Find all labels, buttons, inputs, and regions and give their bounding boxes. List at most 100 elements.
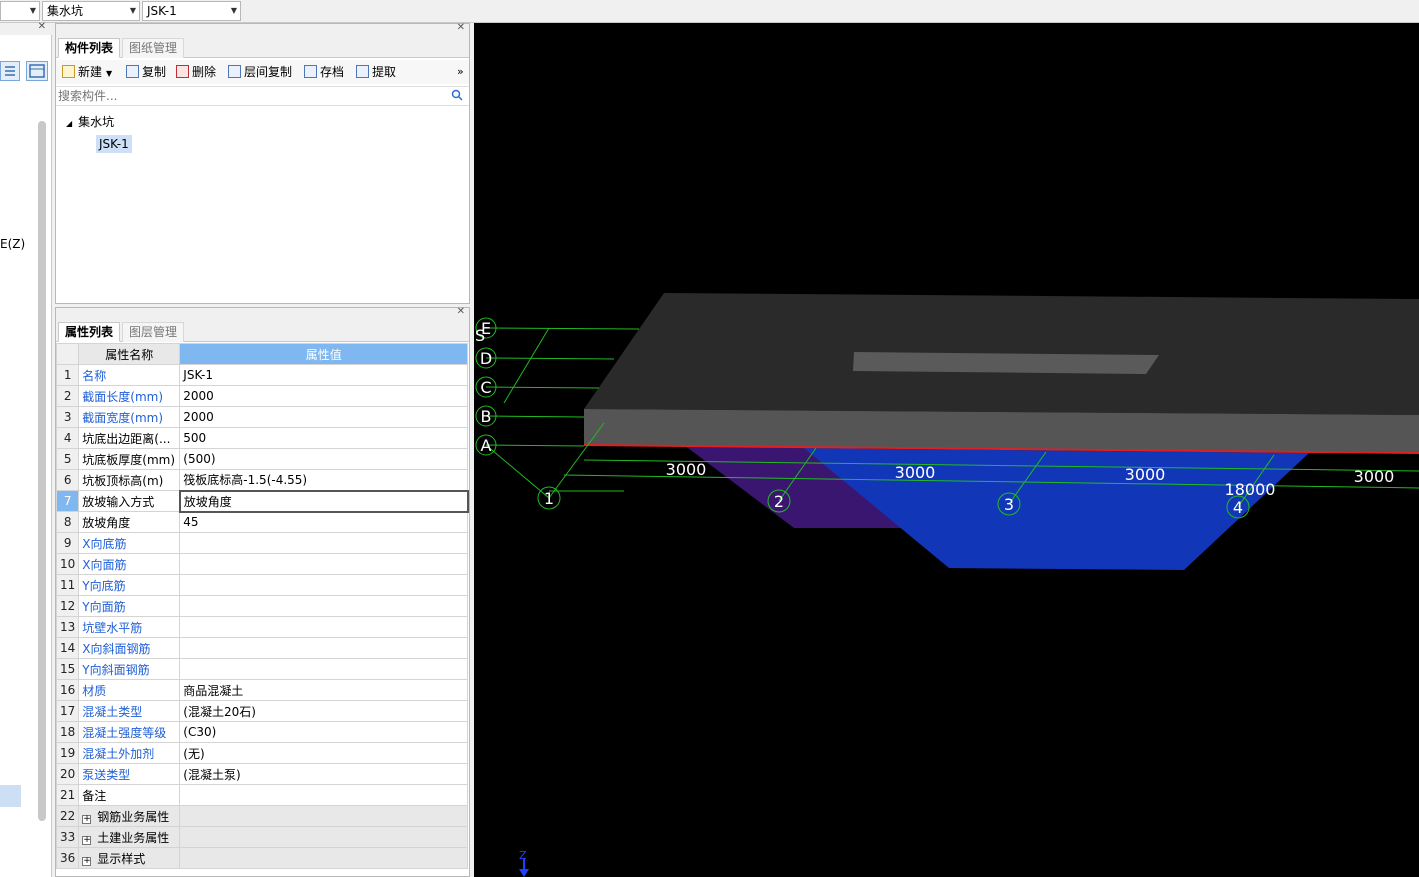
- dimension-label: 3000: [666, 460, 707, 479]
- table-row[interactable]: 13 坑壁水平筋: [55, 616, 469, 638]
- detail-view-icon[interactable]: [26, 61, 48, 81]
- row-number-header: [55, 343, 80, 365]
- row-number: 20: [55, 763, 80, 785]
- table-row[interactable]: 4 坑底出边距离(... 500: [55, 427, 469, 449]
- table-row[interactable]: 15 Y向斜面钢筋: [55, 658, 469, 680]
- tab-drawing-management[interactable]: 图纸管理: [122, 38, 185, 58]
- tab-layer-management[interactable]: 图层管理: [122, 322, 185, 342]
- table-row[interactable]: 3 截面宽度(mm) 2000: [55, 406, 469, 428]
- tree-root[interactable]: ◢ 集水坑: [66, 113, 114, 130]
- row-number: 2: [55, 385, 80, 407]
- list-view-icon[interactable]: [0, 61, 20, 81]
- group-name-cell[interactable]: + 显示样式: [78, 847, 181, 869]
- property-value[interactable]: [179, 658, 469, 680]
- table-row[interactable]: 1 名称 JSK-1: [55, 364, 469, 386]
- left-scrollbar[interactable]: [38, 121, 46, 821]
- copy-button[interactable]: 复制: [126, 63, 166, 81]
- delete-button[interactable]: 删除: [176, 63, 216, 81]
- table-row[interactable]: 11 Y向底筋: [55, 574, 469, 596]
- table-row[interactable]: 8 放坡角度 45: [55, 511, 469, 533]
- 3d-scene[interactable]: EDCBA 1234 3000 3000 3000 300018000 S Z: [474, 23, 1419, 877]
- table-row[interactable]: 10 X向面筋: [55, 553, 469, 575]
- property-value[interactable]: 放坡角度: [178, 489, 469, 513]
- component-type-combo[interactable]: 集水坑 ▼: [42, 1, 140, 21]
- table-row[interactable]: 21 备注: [55, 784, 469, 806]
- property-value[interactable]: (C30): [179, 721, 469, 743]
- property-value[interactable]: (混凝土泵): [179, 763, 469, 785]
- property-name: 名称: [78, 364, 181, 386]
- table-row[interactable]: 12 Y向面筋: [55, 595, 469, 617]
- axis-letter: D: [480, 349, 492, 368]
- extract-button[interactable]: 提取: [356, 63, 396, 81]
- tree-root-label: 集水坑: [78, 115, 115, 129]
- property-value[interactable]: (混凝土20石): [179, 700, 469, 722]
- tab-component-list[interactable]: 构件列表: [58, 38, 121, 58]
- axis-letter: C: [480, 378, 491, 397]
- selected-nav-item[interactable]: [0, 785, 21, 807]
- table-row[interactable]: 7 放坡输入方式 放坡角度: [55, 489, 469, 513]
- group-row[interactable]: 33 + 土建业务属性: [55, 826, 469, 848]
- property-value[interactable]: 500: [179, 427, 469, 449]
- table-row[interactable]: 5 坑底板厚度(mm) (500): [55, 448, 469, 470]
- property-name: 坑底板厚度(mm): [78, 448, 181, 470]
- property-name: 泵送类型: [78, 763, 181, 785]
- property-value[interactable]: (无): [179, 742, 469, 764]
- property-value[interactable]: [179, 532, 469, 554]
- group-name-cell[interactable]: + 钢筋业务属性: [78, 805, 181, 827]
- table-row[interactable]: 20 泵送类型 (混凝土泵): [55, 763, 469, 785]
- property-name: 放坡角度: [78, 511, 181, 533]
- property-value[interactable]: JSK-1: [179, 364, 469, 386]
- expand-plus-icon[interactable]: +: [82, 835, 92, 845]
- close-icon[interactable]: ✕: [457, 22, 465, 33]
- row-number: 17: [55, 700, 80, 722]
- table-row[interactable]: 16 材质 商品混凝土: [55, 679, 469, 701]
- table-header: 属性名称 属性值: [55, 343, 469, 365]
- group-name-cell[interactable]: + 土建业务属性: [78, 826, 181, 848]
- row-number: 11: [55, 574, 80, 596]
- table-row[interactable]: 19 混凝土外加剂 (无): [55, 742, 469, 764]
- more-tools-button[interactable]: »: [457, 63, 464, 81]
- expand-triangle-icon[interactable]: ◢: [66, 119, 72, 128]
- table-row[interactable]: 9 X向底筋: [55, 532, 469, 554]
- group-name: 土建业务属性: [97, 830, 170, 845]
- property-value[interactable]: 2000: [179, 385, 469, 407]
- group-row[interactable]: 36 + 显示样式: [55, 847, 469, 869]
- table-row[interactable]: 18 混凝土强度等级 (C30): [55, 721, 469, 743]
- property-value[interactable]: 筏板底标高-1.5(-4.55): [179, 469, 469, 491]
- property-value[interactable]: [179, 595, 469, 617]
- search-input[interactable]: [56, 87, 436, 105]
- property-name: X向底筋: [78, 532, 181, 554]
- property-value[interactable]: (500): [179, 448, 469, 470]
- property-value[interactable]: 商品混凝土: [179, 679, 469, 701]
- table-row[interactable]: 17 混凝土类型 (混凝土20石): [55, 700, 469, 722]
- close-icon[interactable]: ✕: [457, 306, 465, 317]
- close-icon[interactable]: ✕: [38, 21, 46, 32]
- property-value[interactable]: 45: [179, 511, 469, 533]
- property-value[interactable]: [179, 616, 469, 638]
- floor-copy-button[interactable]: 层间复制: [228, 63, 292, 81]
- new-button[interactable]: 新建 ▼: [62, 63, 112, 81]
- extract-label: 提取: [372, 65, 397, 79]
- property-value[interactable]: [179, 574, 469, 596]
- property-value[interactable]: [179, 784, 469, 806]
- 3d-viewport[interactable]: EDCBA 1234 3000 3000 3000 3000 18000 S Z: [474, 23, 1419, 877]
- property-name: X向斜面钢筋: [78, 637, 181, 659]
- component-name-combo[interactable]: JSK-1 ▼: [142, 1, 241, 21]
- group-row[interactable]: 22 + 钢筋业务属性: [55, 805, 469, 827]
- floor-copy-icon: [228, 65, 241, 78]
- table-row[interactable]: 6 坑板顶标高(m) 筏板底标高-1.5(-4.55): [55, 469, 469, 491]
- property-value[interactable]: 2000: [179, 406, 469, 428]
- tab-property-list[interactable]: 属性列表: [58, 322, 121, 342]
- row-number: 12: [55, 595, 80, 617]
- search-icon[interactable]: [451, 88, 463, 105]
- tree-item-jsk1[interactable]: JSK-1: [96, 135, 132, 153]
- table-row[interactable]: 2 截面长度(mm) 2000: [55, 385, 469, 407]
- property-value[interactable]: [179, 553, 469, 575]
- property-name: Y向底筋: [78, 574, 181, 596]
- property-value[interactable]: [179, 637, 469, 659]
- table-row[interactable]: 14 X向斜面钢筋: [55, 637, 469, 659]
- floor-combo[interactable]: ▼: [0, 1, 40, 21]
- expand-plus-icon[interactable]: +: [82, 814, 92, 824]
- expand-plus-icon[interactable]: +: [82, 856, 92, 866]
- archive-button[interactable]: 存档: [304, 63, 344, 81]
